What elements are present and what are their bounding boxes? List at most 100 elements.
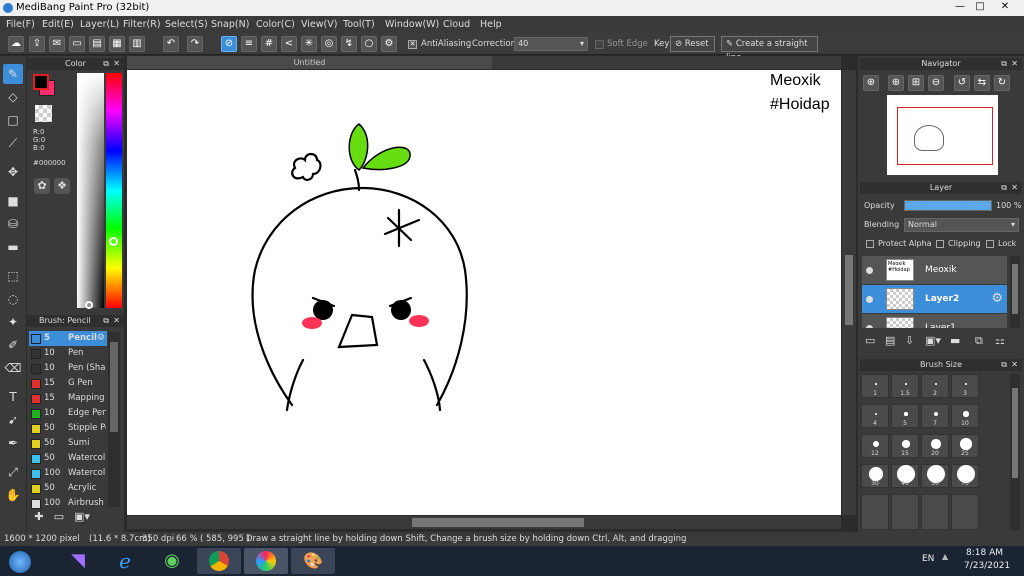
gear-icon[interactable]: ⚙ <box>991 291 1003 306</box>
select-tool-icon[interactable]: ⬚ <box>3 266 23 286</box>
vanish-snap-icon[interactable]: < <box>281 36 297 52</box>
brush-page-icon[interactable]: ▭ <box>51 510 67 526</box>
close-icon[interactable]: ✕ <box>1011 58 1018 70</box>
new-layer-icon[interactable]: ▭ <box>865 334 875 347</box>
menu-layer[interactable]: Layer(L) <box>80 16 119 33</box>
material-icon[interactable]: ▦ <box>109 36 125 52</box>
color-mix-icon[interactable]: ❖ <box>54 178 70 194</box>
brush-item[interactable]: 100 Airbrush <box>29 496 107 511</box>
share-icon[interactable]: ⇪ <box>29 36 45 52</box>
select-pen-tool-icon[interactable]: ✐ <box>3 335 23 355</box>
brush-size-cell[interactable]: 3 <box>951 374 979 398</box>
taskbar-medibang[interactable] <box>244 548 288 574</box>
brush-item[interactable]: 50 Stipple Pe <box>29 421 107 436</box>
layer-row-layer1[interactable]: Layer1 <box>862 314 1007 328</box>
brush-size-cell[interactable]: 15 <box>891 434 919 458</box>
brush-size-cell[interactable] <box>951 494 979 530</box>
popout-icon[interactable]: ⧉ <box>1001 182 1007 194</box>
bucket-tool-icon[interactable]: ⛁ <box>3 214 23 234</box>
clock-date[interactable]: 7/23/2021 <box>964 561 1010 571</box>
blending-select[interactable]: Normal ▾ <box>904 218 1019 232</box>
eyedropper-tool-icon[interactable]: ✒ <box>3 433 23 453</box>
curve-snap-icon[interactable]: ↯ <box>341 36 357 52</box>
brush-menu-icon[interactable]: ▣▾ <box>71 510 93 526</box>
brush-size-cell[interactable]: 30 <box>861 464 889 488</box>
page-icon[interactable]: ▤ <box>89 36 105 52</box>
folder-icon[interactable]: ▬ <box>950 334 960 347</box>
menu-window[interactable]: Window(W) <box>385 16 439 33</box>
input-language[interactable]: EN <box>922 554 934 564</box>
circle-snap-icon[interactable]: ◎ <box>321 36 337 52</box>
menu-color[interactable]: Color(C) <box>256 16 295 33</box>
popout-icon[interactable]: ⧉ <box>103 58 109 70</box>
menu-tool[interactable]: Tool(T) <box>343 16 375 33</box>
canvas-vertical-scrollbar[interactable] <box>842 70 856 515</box>
brush-size-cell[interactable]: 40 <box>891 464 919 488</box>
brush-size-cell[interactable]: 4 <box>861 404 889 428</box>
gear-icon[interactable]: ⚙ <box>97 331 105 346</box>
palette-icon[interactable]: ✿ <box>34 178 50 194</box>
brush-size-cell[interactable]: 1 <box>861 374 889 398</box>
lock-checkbox[interactable] <box>986 240 994 248</box>
operation-tool-icon[interactable]: ➹ <box>3 410 23 430</box>
brush-size-cell[interactable] <box>891 494 919 530</box>
canvas-horizontal-scrollbar[interactable] <box>127 516 841 529</box>
brush-item[interactable]: 10 Pen (Sha <box>29 361 107 376</box>
brush-item[interactable]: 10 Pen <box>29 346 107 361</box>
brush-size-cell[interactable]: 10 <box>951 404 979 428</box>
gradient-tool-icon[interactable]: ▬ <box>3 237 23 257</box>
color-handle[interactable] <box>85 301 93 309</box>
clock-time[interactable]: 8:18 AM <box>966 548 1003 558</box>
hue-slider[interactable] <box>106 73 122 308</box>
menu-select[interactable]: Select(S) <box>165 16 208 33</box>
fit-icon[interactable]: ⊞ <box>908 75 924 91</box>
antialiasing-checkbox[interactable]: ✕ <box>408 40 417 49</box>
canvas[interactable]: Meoxik #Hoidap <box>127 70 841 515</box>
fill-rect-tool-icon[interactable]: ■ <box>3 191 23 211</box>
cloud-icon[interactable]: ☁ <box>8 36 24 52</box>
settings-icon[interactable]: ⚙ <box>381 36 397 52</box>
close-icon[interactable]: ✕ <box>113 58 120 70</box>
saturation-value-picker[interactable] <box>77 73 104 308</box>
eraser-tool-icon[interactable]: ◇ <box>3 87 23 107</box>
parallel-snap-icon[interactable]: ≡ <box>241 36 257 52</box>
hue-handle[interactable] <box>109 237 118 246</box>
grid-icon[interactable]: ▥ <box>129 36 145 52</box>
flip-icon[interactable]: ⇆ <box>974 75 990 91</box>
start-button[interactable] <box>0 548 40 574</box>
maximize-button[interactable]: □ <box>970 1 990 14</box>
layer-list-scrollbar[interactable] <box>1010 256 1020 328</box>
tray-arrow-icon[interactable]: ▲ <box>942 552 948 561</box>
menu-edit[interactable]: Edit(E) <box>42 16 74 33</box>
correction-select[interactable]: 40 ▾ <box>514 37 588 51</box>
brush-item[interactable]: 50 Watercol <box>29 451 107 466</box>
popout-icon[interactable]: ⧉ <box>103 315 109 327</box>
brush-item[interactable]: 100 Watercol <box>29 466 107 481</box>
brush-size-scroll-thumb[interactable] <box>1012 388 1018 478</box>
brush-item[interactable]: 15 Mapping P <box>29 391 107 406</box>
rotate-right-icon[interactable]: ↻ <box>994 75 1010 91</box>
brush-size-cell[interactable]: 50 <box>921 464 949 488</box>
select-eraser-tool-icon[interactable]: ⌫ <box>3 358 23 378</box>
layer-menu-icon[interactable]: ▣▾ <box>925 334 941 347</box>
add-brush-icon[interactable]: ✚ <box>31 510 47 526</box>
navigator-viewport[interactable] <box>897 107 993 165</box>
ellipse-snap-icon[interactable]: ○ <box>361 36 377 52</box>
snap-off-icon[interactable]: ⊘ <box>221 36 237 52</box>
brush-list-scroll-thumb[interactable] <box>110 342 118 432</box>
lasso-tool-icon[interactable]: ◌ <box>3 289 23 309</box>
close-icon[interactable]: ✕ <box>1011 359 1018 371</box>
brush-size-cell[interactable] <box>861 494 889 530</box>
brush-item[interactable]: 50 Sumi <box>29 436 107 451</box>
new-icon[interactable]: ▭ <box>69 36 85 52</box>
cross-snap-icon[interactable]: # <box>261 36 277 52</box>
brush-size-scrollbar[interactable] <box>1010 374 1020 530</box>
straight-line-button[interactable]: ✎ Create a straight line <box>721 36 818 63</box>
menu-cloud[interactable]: Cloud <box>443 16 470 33</box>
merge-down-icon[interactable]: ⇩ <box>905 334 914 347</box>
comment-icon[interactable]: ✉ <box>49 36 65 52</box>
dot-tool-icon[interactable]: □ <box>3 110 23 130</box>
reset-button[interactable]: ⊘ Reset <box>670 36 715 52</box>
brush-item[interactable]: 5 Pencil ⚙ <box>29 331 107 346</box>
text-tool-icon[interactable]: T <box>3 387 23 407</box>
